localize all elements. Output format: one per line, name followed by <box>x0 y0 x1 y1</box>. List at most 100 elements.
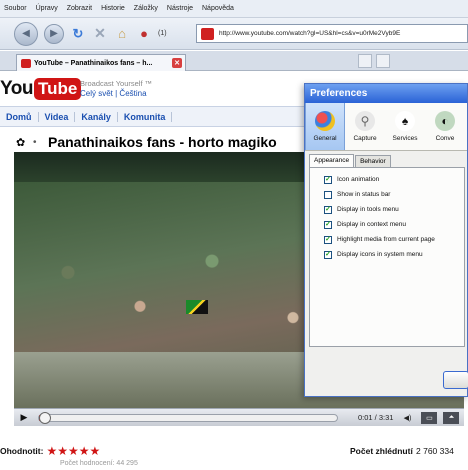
star-icon[interactable]: ★ <box>79 444 90 458</box>
option-row[interactable]: ✓ Highlight media from current page <box>324 232 464 247</box>
views-label: Počet zhlédnutí <box>350 446 413 456</box>
pref-tab-convert[interactable]: ◐ Conve <box>425 103 465 150</box>
flower-icon: ✿ <box>16 137 26 149</box>
option-row[interactable]: ✓ Display icons in system menu <box>324 247 464 262</box>
menu-item-zalozky[interactable]: Záložky <box>134 5 158 12</box>
seek-bar[interactable] <box>38 411 338 424</box>
youtube-favicon <box>21 58 31 68</box>
menu-item-nastroje[interactable]: Nástroje <box>167 5 193 12</box>
star-icon[interactable]: ★ <box>90 444 101 458</box>
nav-home[interactable]: Domů <box>0 111 39 122</box>
option-label: Show in status bar <box>337 191 391 198</box>
option-label: Display in context menu <box>337 221 407 228</box>
fullscreen-icon: ⏶ <box>448 413 455 421</box>
menu-item-historie[interactable]: Historie <box>101 5 125 12</box>
close-icon: ✕ <box>174 60 180 67</box>
navigation-toolbar: ◀ ▶ ↻ ✕ ⌂ ● (1) http://www.youtube.com/w… <box>0 18 468 50</box>
preferences-window: Preferences General ⚲ Capture ♠ Services… <box>304 83 468 397</box>
star-icon[interactable]: ★ <box>57 444 68 458</box>
subtab-appearance[interactable]: Appearance <box>309 154 355 167</box>
menu-bar: Soubor Úpravy Zobrazit Historie Záložky … <box>0 0 468 18</box>
capture-icon: ⚲ <box>355 111 375 131</box>
seek-handle[interactable] <box>39 411 52 424</box>
tab-youtube[interactable]: YouTube – Panathinaikos fans – h... ✕ <box>16 54 186 71</box>
services-icon: ♠ <box>395 111 415 131</box>
stop-button[interactable]: ✕ <box>92 25 108 42</box>
option-label: Display in tools menu <box>337 206 399 213</box>
option-row[interactable]: ✓ Display in tools menu <box>324 202 464 217</box>
back-arrow-icon: ◀ <box>22 28 30 39</box>
tab-list-button[interactable] <box>358 54 372 68</box>
general-icon <box>315 111 335 131</box>
video-title: Panathinaikos fans - horto magiko <box>48 134 277 150</box>
forward-button[interactable]: ▶ <box>44 23 64 44</box>
menu-item-zobrazit[interactable]: Zobrazit <box>67 5 92 12</box>
play-button[interactable]: ▶ <box>16 412 32 423</box>
menu-item-upravy[interactable]: Úpravy <box>36 5 58 12</box>
rating-label: Ohodnotit: <box>0 446 44 456</box>
country-language-link[interactable]: Celý svět | Čeština <box>80 89 147 98</box>
check-icon: ✓ <box>325 251 331 258</box>
pref-tab-general[interactable]: General <box>305 103 345 150</box>
option-checkbox[interactable]: ✓ <box>324 220 332 229</box>
stop-icon: ✕ <box>94 25 106 41</box>
nav-videos[interactable]: Videa <box>39 111 76 122</box>
pref-tab-capture[interactable]: ⚲ Capture <box>345 103 385 150</box>
dot-icon: • <box>33 137 37 148</box>
menu-item-napoveda[interactable]: Nápověda <box>202 5 234 12</box>
volume-icon: ◀) <box>403 414 412 422</box>
resize-icon: ▭ <box>426 414 433 422</box>
rating-widget: Ohodnotit: ★★★★★ <box>0 444 100 458</box>
check-icon: ✓ <box>325 206 331 213</box>
site-favicon <box>201 28 214 40</box>
home-button[interactable]: ⌂ <box>114 26 130 42</box>
back-button[interactable]: ◀ <box>14 21 38 46</box>
url-bar[interactable]: http://www.youtube.com/watch?gl=US&hl=cs… <box>196 24 468 43</box>
check-icon: ✓ <box>325 176 331 183</box>
nav-channels[interactable]: Kanály <box>75 111 118 122</box>
rating-count: Počet hodnocení: 44 295 <box>60 460 138 467</box>
option-row[interactable]: Show in status bar <box>324 187 464 202</box>
option-row[interactable]: ✓ Icon animation <box>324 172 464 187</box>
ok-button[interactable] <box>443 371 468 389</box>
pref-tab-services[interactable]: ♠ Services <box>385 103 425 150</box>
logo-you-text: You <box>0 78 33 99</box>
views-count: 2 760 334 <box>416 446 454 456</box>
option-row[interactable]: ✓ Display in context menu <box>324 217 464 232</box>
appearance-options: ✓ Icon animation Show in status bar ✓ Displa… <box>309 167 465 347</box>
reload-icon: ↻ <box>72 25 84 41</box>
downloader-button[interactable]: ● <box>136 26 152 42</box>
option-checkbox[interactable]: ✓ <box>324 175 332 184</box>
nav-community[interactable]: Komunita <box>118 111 173 122</box>
check-icon: ✓ <box>325 221 331 228</box>
tab-bar: YouTube – Panathinaikos fans – h... ✕ <box>0 51 468 71</box>
option-checkbox[interactable] <box>324 190 332 199</box>
pref-tab-services-label: Services <box>392 135 418 142</box>
forward-arrow-icon: ▶ <box>50 28 58 39</box>
fullscreen-button[interactable]: ⏶ <box>443 411 460 424</box>
volume-button[interactable]: ◀) <box>399 412 415 424</box>
option-checkbox[interactable]: ✓ <box>324 250 332 259</box>
tab-close-button[interactable]: ✕ <box>172 58 182 68</box>
pref-tab-general-label: General <box>313 135 337 142</box>
option-checkbox[interactable]: ✓ <box>324 235 332 244</box>
option-checkbox[interactable]: ✓ <box>324 205 332 214</box>
size-toggle-button[interactable]: ▭ <box>421 411 438 424</box>
star-icon[interactable]: ★ <box>68 444 79 458</box>
preferences-title: Preferences <box>305 84 467 103</box>
url-text: http://www.youtube.com/watch?gl=US&hl=cs… <box>219 30 401 37</box>
new-tab-button[interactable] <box>376 54 390 68</box>
convert-icon: ◐ <box>435 111 455 131</box>
player-controls: ▶ 0:01 / 3:31 ◀) ▭ ⏶ <box>14 408 464 426</box>
download-count: (1) <box>158 30 167 37</box>
star-icon[interactable]: ★ <box>46 444 57 458</box>
preferences-toolbar: General ⚲ Capture ♠ Services ◐ Conve <box>305 103 467 151</box>
reload-button[interactable]: ↻ <box>70 26 86 42</box>
pref-tab-convert-label: Conve <box>435 135 455 142</box>
option-label: Highlight media from current page <box>337 236 435 243</box>
logo-tube-text: Tube <box>33 78 82 100</box>
star-rating[interactable]: ★★★★★ <box>46 444 100 458</box>
menu-item-soubor[interactable]: Soubor <box>4 5 27 12</box>
tab-title: YouTube – Panathinaikos fans – h... <box>34 59 153 67</box>
youtube-logo[interactable]: You Tube <box>0 78 82 100</box>
